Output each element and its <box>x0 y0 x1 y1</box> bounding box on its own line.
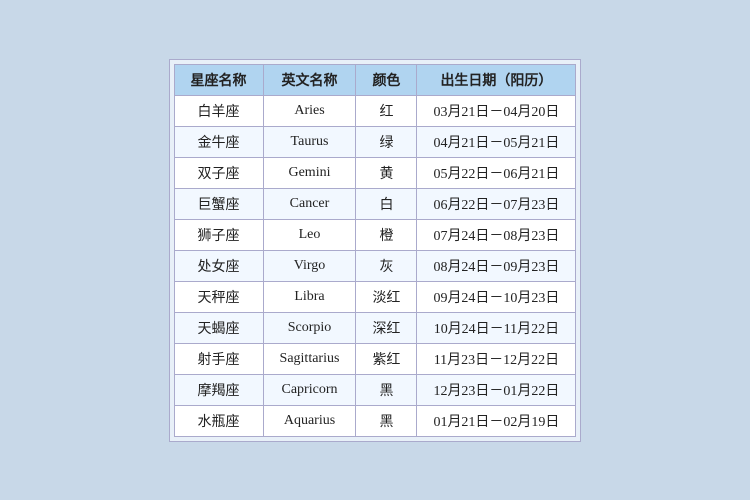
cell-date: 07月24日－08月23日 <box>417 219 576 250</box>
cell-english: Cancer <box>263 188 356 219</box>
cell-english: Leo <box>263 219 356 250</box>
main-container: 星座名称 英文名称 颜色 出生日期（阳历） 白羊座Aries红03月21日－04… <box>169 59 582 442</box>
cell-english: Scorpio <box>263 312 356 343</box>
cell-chinese: 处女座 <box>174 250 263 281</box>
table-row: 巨蟹座Cancer白06月22日－07月23日 <box>174 188 576 219</box>
cell-english: Aries <box>263 95 356 126</box>
cell-chinese: 巨蟹座 <box>174 188 263 219</box>
cell-english: Gemini <box>263 157 356 188</box>
cell-color: 黄 <box>356 157 417 188</box>
table-row: 金牛座Taurus绿04月21日－05月21日 <box>174 126 576 157</box>
cell-date: 08月24日－09月23日 <box>417 250 576 281</box>
table-row: 水瓶座Aquarius黑01月21日－02月19日 <box>174 405 576 436</box>
cell-color: 淡红 <box>356 281 417 312</box>
table-row: 天蝎座Scorpio深红10月24日－11月22日 <box>174 312 576 343</box>
cell-color: 黑 <box>356 374 417 405</box>
cell-date: 05月22日－06月21日 <box>417 157 576 188</box>
table-row: 白羊座Aries红03月21日－04月20日 <box>174 95 576 126</box>
table-row: 天秤座Libra淡红09月24日－10月23日 <box>174 281 576 312</box>
cell-english: Sagittarius <box>263 343 356 374</box>
cell-date: 11月23日－12月22日 <box>417 343 576 374</box>
zodiac-table: 星座名称 英文名称 颜色 出生日期（阳历） 白羊座Aries红03月21日－04… <box>174 64 577 437</box>
col-header-chinese: 星座名称 <box>174 64 263 95</box>
cell-chinese: 摩羯座 <box>174 374 263 405</box>
table-row: 处女座Virgo灰08月24日－09月23日 <box>174 250 576 281</box>
cell-color: 黑 <box>356 405 417 436</box>
cell-chinese: 金牛座 <box>174 126 263 157</box>
cell-date: 04月21日－05月21日 <box>417 126 576 157</box>
col-header-color: 颜色 <box>356 64 417 95</box>
cell-english: Capricorn <box>263 374 356 405</box>
table-row: 双子座Gemini黄05月22日－06月21日 <box>174 157 576 188</box>
cell-date: 12月23日－01月22日 <box>417 374 576 405</box>
table-row: 摩羯座Capricorn黑12月23日－01月22日 <box>174 374 576 405</box>
cell-color: 紫红 <box>356 343 417 374</box>
cell-date: 06月22日－07月23日 <box>417 188 576 219</box>
cell-chinese: 天秤座 <box>174 281 263 312</box>
cell-english: Taurus <box>263 126 356 157</box>
cell-color: 深红 <box>356 312 417 343</box>
table-row: 射手座Sagittarius紫红11月23日－12月22日 <box>174 343 576 374</box>
cell-date: 10月24日－11月22日 <box>417 312 576 343</box>
cell-color: 红 <box>356 95 417 126</box>
cell-english: Aquarius <box>263 405 356 436</box>
header-row: 星座名称 英文名称 颜色 出生日期（阳历） <box>174 64 576 95</box>
cell-color: 灰 <box>356 250 417 281</box>
cell-date: 09月24日－10月23日 <box>417 281 576 312</box>
cell-english: Virgo <box>263 250 356 281</box>
cell-chinese: 白羊座 <box>174 95 263 126</box>
cell-date: 01月21日－02月19日 <box>417 405 576 436</box>
cell-color: 橙 <box>356 219 417 250</box>
col-header-english: 英文名称 <box>263 64 356 95</box>
col-header-date: 出生日期（阳历） <box>417 64 576 95</box>
cell-color: 绿 <box>356 126 417 157</box>
cell-chinese: 双子座 <box>174 157 263 188</box>
cell-chinese: 射手座 <box>174 343 263 374</box>
cell-chinese: 天蝎座 <box>174 312 263 343</box>
cell-chinese: 狮子座 <box>174 219 263 250</box>
cell-english: Libra <box>263 281 356 312</box>
table-row: 狮子座Leo橙07月24日－08月23日 <box>174 219 576 250</box>
cell-date: 03月21日－04月20日 <box>417 95 576 126</box>
cell-color: 白 <box>356 188 417 219</box>
cell-chinese: 水瓶座 <box>174 405 263 436</box>
